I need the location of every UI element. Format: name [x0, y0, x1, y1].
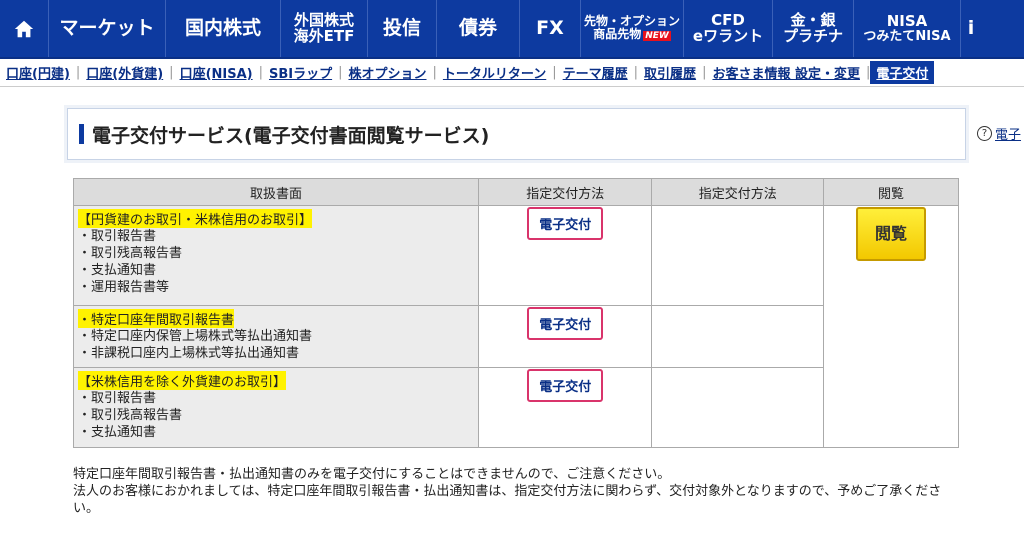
- top-nav: マーケット 国内株式 外国株式 海外ETF 投信 債券 FX 先物・オプション …: [0, 0, 1024, 59]
- method-cell-2: [651, 305, 824, 368]
- list-item: ・取引報告書: [78, 229, 157, 244]
- list-item: ・取引報告書: [78, 391, 157, 406]
- nav-nisa[interactable]: NISA つみたてNISA: [854, 0, 961, 57]
- subnav-account-yen[interactable]: 口座(円建): [0, 63, 76, 82]
- view-cell: 閲覧: [823, 205, 959, 448]
- subnav-stock-options[interactable]: 株オプション: [342, 63, 432, 82]
- list-item: ・取引残高報告書: [78, 408, 183, 423]
- page-title-box: 電子交付サービス(電子交付書面閲覧サービス): [67, 108, 966, 160]
- title-accent-bar: [79, 124, 84, 144]
- method-cell: 電子交付: [477, 305, 653, 368]
- nav-market[interactable]: マーケット: [49, 0, 166, 57]
- list-item: ・支払通知書: [78, 263, 157, 278]
- documents-cell: 【円貨建のお取引・米株信用のお取引】 ・取引報告書 ・取引残高報告書 ・支払通知…: [73, 205, 479, 306]
- subnav-trade-history[interactable]: 取引履歴: [638, 63, 702, 82]
- list-item: ・支払通知書: [78, 425, 157, 440]
- nav-fx[interactable]: FX: [520, 0, 581, 57]
- home-button[interactable]: [0, 0, 49, 57]
- group-label: ・特定口座年間取引報告書: [78, 309, 235, 328]
- subnav-account-foreign[interactable]: 口座(外貨建): [80, 63, 169, 82]
- note-line: 法人のお客様におかれましては、特定口座年間取引報告書・払出通知書は、指定交付方法…: [73, 484, 942, 516]
- nav-foreign-stocks[interactable]: 外国株式 海外ETF: [281, 0, 368, 57]
- delivery-table: 取扱書面 指定交付方法 指定交付方法 閲覧 【円貨建のお取引・米株信用のお取引】…: [73, 178, 959, 448]
- table-header-row: 取扱書面 指定交付方法 指定交付方法 閲覧: [73, 178, 959, 206]
- table-row: 【円貨建のお取引・米株信用のお取引】 ・取引報告書 ・取引残高報告書 ・支払通知…: [73, 205, 959, 448]
- note-line: 特定口座年間取引報告書・払出通知書のみを電子交付にすることはできませんので、ご注…: [73, 467, 671, 482]
- nav-domestic-stocks[interactable]: 国内株式: [166, 0, 281, 57]
- list-item: ・取引残高報告書: [78, 246, 183, 261]
- col-header-method: 指定交付方法: [477, 178, 653, 206]
- col-header-view: 閲覧: [823, 178, 959, 206]
- help-link[interactable]: ? 電子: [977, 124, 1021, 143]
- list-item: ・特定口座内保管上場株式等払出通知書: [78, 329, 313, 344]
- subnav-total-return[interactable]: トータルリターン: [437, 63, 552, 82]
- nav-cfd[interactable]: CFD eワラント: [684, 0, 773, 57]
- question-icon: ?: [977, 126, 992, 141]
- subnav-theme-history[interactable]: テーマ履歴: [557, 63, 634, 82]
- method-cell-2: [651, 367, 824, 448]
- subnav-account-nisa[interactable]: 口座(NISA): [174, 63, 259, 82]
- new-badge: NEW: [643, 31, 671, 42]
- electronic-delivery-button[interactable]: 電子交付: [527, 307, 604, 340]
- group-label: 【円貨建のお取引・米株信用のお取引】: [78, 209, 313, 228]
- sub-nav: 口座(円建) | 口座(外貨建) | 口座(NISA) | SBIラップ | 株オプショ…: [0, 59, 1024, 87]
- col-header-documents: 取扱書面: [73, 178, 479, 206]
- nav-investment-trust[interactable]: 投信: [368, 0, 437, 57]
- page-title: 電子交付サービス(電子交付書面閲覧サービス): [92, 124, 490, 147]
- list-item: ・運用報告書等: [78, 280, 170, 295]
- notes: 特定口座年間取引報告書・払出通知書のみを電子交付にすることはできませんので、ご注…: [73, 466, 963, 517]
- nav-gold-silver[interactable]: 金・銀 プラチナ: [773, 0, 854, 57]
- documents-cell: ・特定口座年間取引報告書 ・特定口座内保管上場株式等払出通知書 ・非課税口座内上…: [73, 305, 479, 368]
- method-cell-2: [651, 205, 824, 306]
- method-cell: 電子交付: [477, 367, 653, 448]
- subnav-sbi-wrap[interactable]: SBIラップ: [263, 63, 338, 82]
- subnav-electronic-delivery[interactable]: 電子交付: [870, 61, 935, 84]
- subnav-customer-settings[interactable]: お客さま情報 設定・変更: [706, 63, 866, 82]
- col-header-method-2: 指定交付方法: [651, 178, 824, 206]
- home-icon: [14, 20, 34, 37]
- nav-more[interactable]: i: [961, 0, 981, 57]
- group-label: 【米株信用を除く外貨建のお取引】: [78, 371, 287, 390]
- list-item: ・非課税口座内上場株式等払出通知書: [78, 346, 300, 361]
- documents-cell: 【米株信用を除く外貨建のお取引】 ・取引報告書 ・取引残高報告書 ・支払通知書: [73, 367, 479, 448]
- method-cell: 電子交付: [477, 205, 653, 306]
- nav-futures-options[interactable]: 先物・オプション 商品先物 NEW: [581, 0, 684, 57]
- view-button[interactable]: 閲覧: [856, 207, 926, 261]
- electronic-delivery-button[interactable]: 電子交付: [527, 207, 604, 240]
- electronic-delivery-button[interactable]: 電子交付: [527, 369, 604, 402]
- nav-bonds[interactable]: 債券: [437, 0, 520, 57]
